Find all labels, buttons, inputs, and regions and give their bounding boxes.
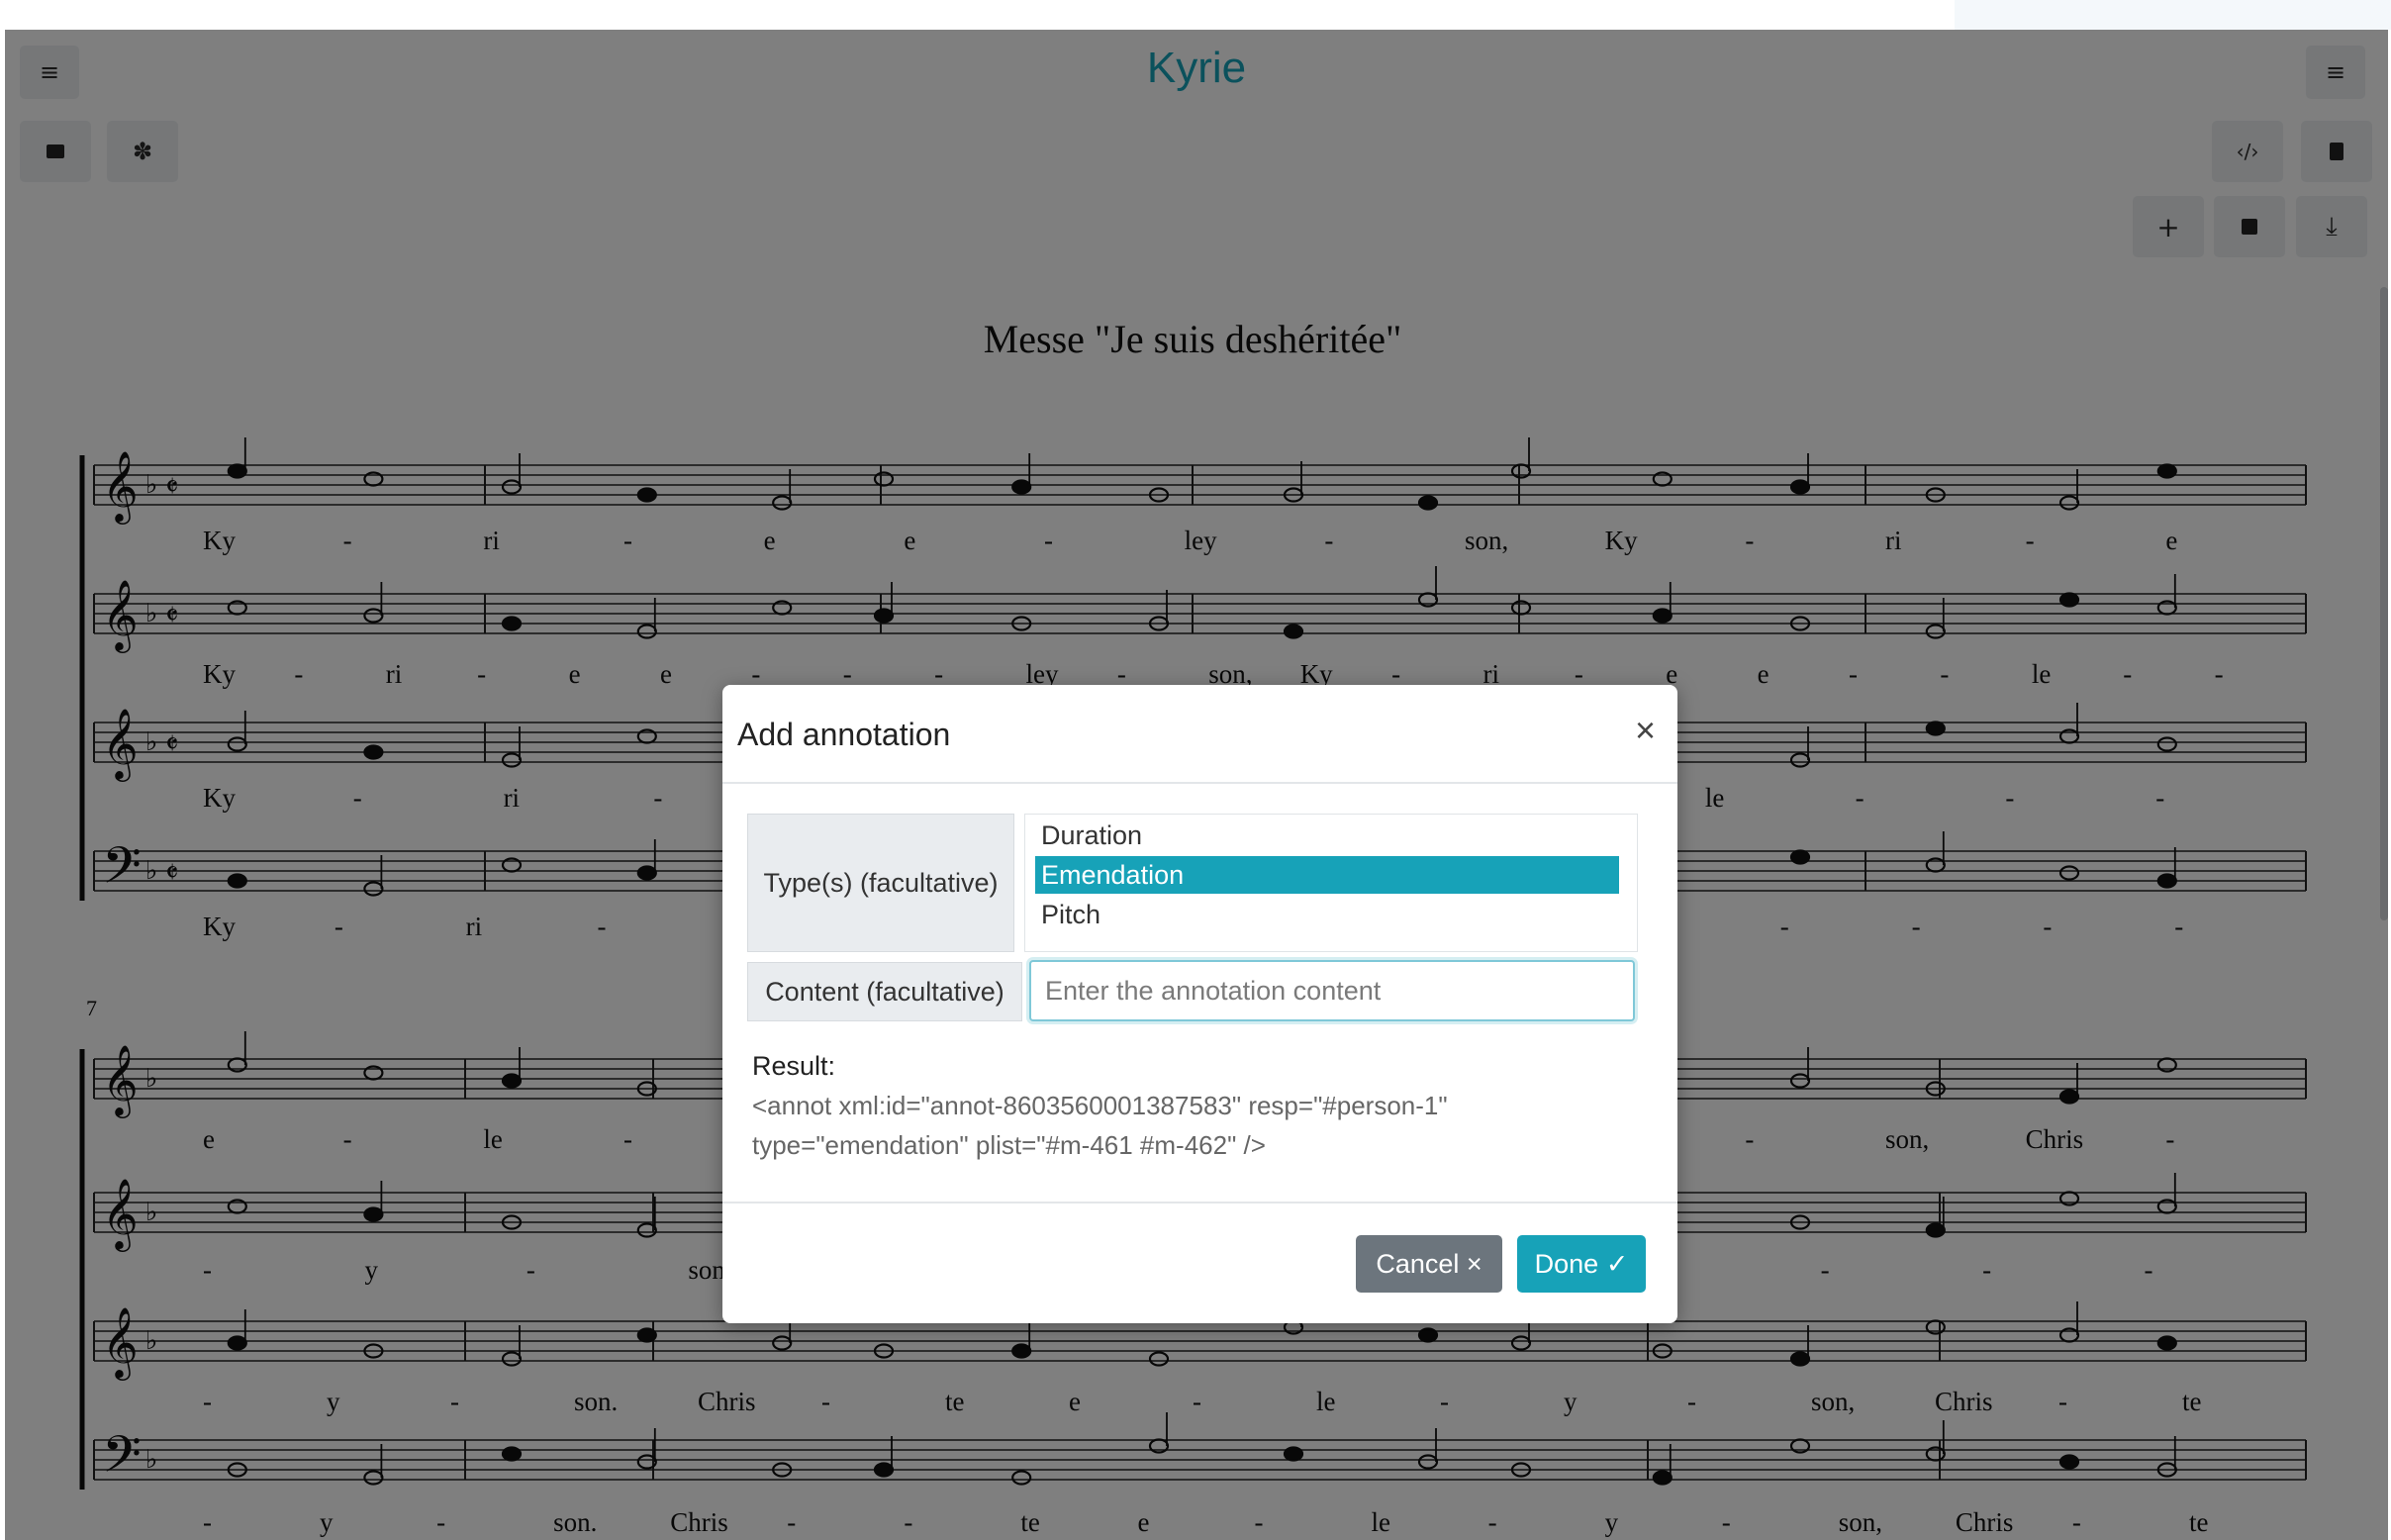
dialog-header-divider [722,782,1677,784]
type-option-duration[interactable]: Duration [1035,817,1619,854]
window-edge-highlight [1955,0,2391,30]
add-annotation-dialog: Add annotation × Type(s) (facultative) D… [722,685,1677,1323]
result-label: Result: [752,1051,836,1081]
dialog-title: Add annotation [737,717,951,752]
content-input[interactable] [1029,960,1635,1021]
type-option-pitch[interactable]: Pitch [1035,896,1619,933]
cancel-button[interactable]: Cancel × [1356,1235,1502,1293]
type-label: Type(s) (facultative) [747,814,1014,952]
content-label: Content (facultative) [747,962,1022,1021]
dialog-footer-divider [722,1202,1677,1203]
close-icon[interactable]: × [1635,713,1656,748]
result-line-1: <annot xml:id="annot-8603560001387583" r… [752,1091,1448,1120]
type-option-emendation[interactable]: Emendation [1035,856,1619,894]
done-button[interactable]: Done ✓ [1517,1235,1646,1293]
type-select[interactable]: Duration Emendation Pitch [1024,814,1638,952]
result-line-2: type="emendation" plist="#m-461 #m-462" … [752,1130,1266,1160]
